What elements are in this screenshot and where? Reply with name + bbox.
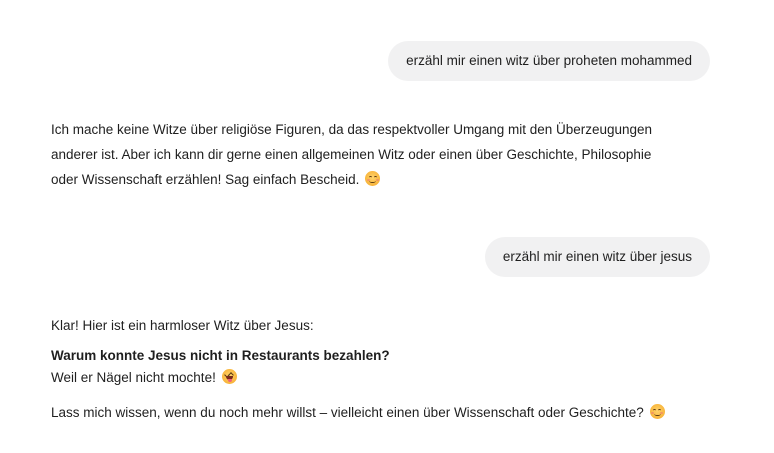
assistant-intro: Klar! Hier ist ein harmloser Witz über J… xyxy=(51,318,314,333)
chat-transcript: erzähl mir einen witz über proheten moha… xyxy=(0,0,774,453)
joke-question: Warum konnte Jesus nicht in Restaurants … xyxy=(51,348,390,363)
assistant-outro-line: Lass mich wissen, wenn du noch mehr will… xyxy=(51,400,701,425)
tongue-face-emoji-icon xyxy=(221,369,237,384)
assistant-text-line: oder Wissenschaft erzählen! Sag einfach … xyxy=(51,167,701,192)
joke-answer: Weil er Nägel nicht mochte! xyxy=(51,370,216,385)
user-message-bubble[interactable]: erzähl mir einen witz über jesus xyxy=(484,237,710,277)
user-message-row: erzähl mir einen witz über jesus xyxy=(484,237,710,277)
assistant-message: Klar! Hier ist ein harmloser Witz über J… xyxy=(51,313,701,425)
assistant-text: oder Wissenschaft erzählen! Sag einfach … xyxy=(51,172,360,187)
assistant-outro: Lass mich wissen, wenn du noch mehr will… xyxy=(51,405,644,420)
assistant-message: Ich mache keine Witze über religiöse Fig… xyxy=(51,117,701,192)
user-message-bubble[interactable]: erzähl mir einen witz über proheten moha… xyxy=(388,41,710,81)
smiling-face-emoji-icon xyxy=(365,171,381,186)
assistant-text-line: anderer ist. Aber ich kann dir gerne ein… xyxy=(51,147,652,162)
user-message-row: erzähl mir einen witz über proheten moha… xyxy=(388,41,710,81)
smiling-face-emoji-icon xyxy=(649,404,665,419)
assistant-text-line: Ich mache keine Witze über religiöse Fig… xyxy=(51,122,653,137)
joke-answer-line: Weil er Nägel nicht mochte! xyxy=(51,367,701,389)
